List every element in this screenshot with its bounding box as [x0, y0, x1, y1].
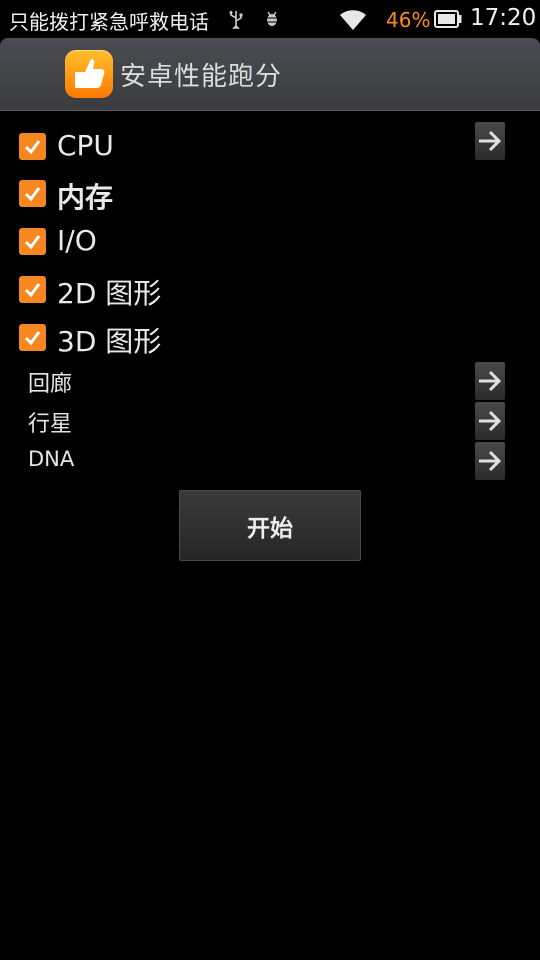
test-label: 3D 图形 [57, 325, 162, 358]
test-row-3d[interactable]: 3D 图形 [0, 314, 540, 362]
subtest-row[interactable]: 行星 [0, 402, 540, 442]
test-row-2d[interactable]: 2D 图形 [0, 266, 540, 314]
status-bar: 只能拨打紧急呼救电话 46% 17:20 [0, 0, 540, 38]
checkbox-3d[interactable] [19, 324, 46, 351]
checkbox-memory[interactable] [19, 180, 46, 207]
checkbox-2d[interactable] [19, 276, 46, 303]
checkmark-icon [24, 283, 41, 298]
arrow-right-icon[interactable] [475, 362, 505, 400]
checkbox-cpu[interactable] [19, 133, 46, 160]
usb-icon [229, 11, 243, 29]
clock: 17:20 [470, 5, 537, 31]
test-row-cpu[interactable]: CPU [0, 122, 540, 170]
checkmark-icon [24, 235, 41, 250]
arrow-right-icon[interactable] [475, 122, 505, 160]
carrier-text: 只能拨打紧急呼救电话 [9, 10, 209, 34]
checkmark-icon [24, 331, 41, 346]
subtest-row[interactable]: 回廊 [0, 362, 540, 402]
start-button[interactable]: 开始 [179, 490, 361, 561]
subtest-label: DNA [28, 447, 75, 471]
action-bar: 安卓性能跑分 [0, 38, 540, 111]
test-label: CPU [57, 129, 114, 162]
thumbs-up-icon[interactable] [65, 50, 113, 98]
checkmark-icon [24, 187, 41, 202]
test-label: 2D 图形 [57, 277, 162, 310]
debug-icon [265, 11, 279, 26]
test-label: 内存 [57, 181, 114, 214]
test-label: I/O [57, 224, 97, 257]
subtest-row[interactable]: DNA [0, 442, 540, 482]
subtest-label: 行星 [28, 412, 73, 437]
arrow-right-icon[interactable] [475, 442, 505, 480]
checkmark-icon [24, 140, 41, 155]
battery-percent: 46% [386, 8, 431, 32]
battery-icon [434, 10, 462, 28]
test-row-io[interactable]: I/O [0, 218, 540, 266]
subtest-label: 回廊 [28, 372, 73, 397]
test-row-memory[interactable]: 内存 [0, 170, 540, 218]
arrow-right-icon[interactable] [475, 402, 505, 440]
checkbox-io[interactable] [19, 228, 46, 255]
app-title: 安卓性能跑分 [120, 62, 283, 92]
wifi-icon [340, 10, 366, 30]
